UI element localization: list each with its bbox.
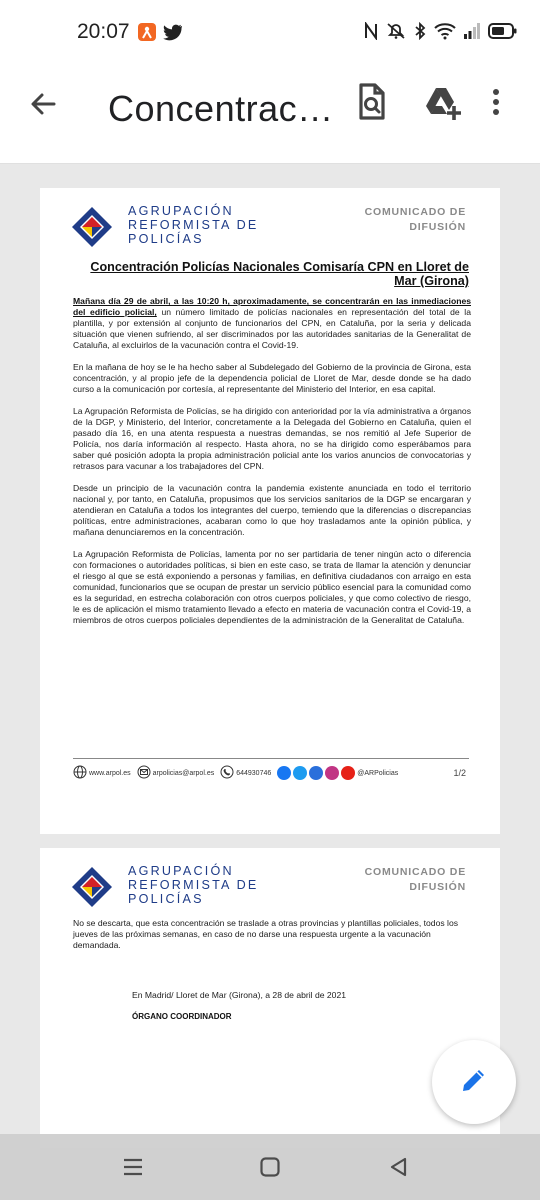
recent-apps-icon[interactable] [116, 1150, 150, 1184]
org-name: AGRUPACIÓN REFORMISTA DE POLICÍAS [128, 204, 259, 246]
comunicado-label: COMUNICADO DE DIFUSIÓN [356, 205, 466, 235]
press-release-title: Concentración Policías Nacionales Comisa… [90, 260, 469, 288]
paragraph-4: Desde un principio de la vacunación cont… [73, 483, 471, 537]
document-title: Concentrac… [108, 88, 334, 129]
footer-social-text: @ARPolicias [357, 769, 399, 777]
arp-logo-icon [72, 207, 112, 252]
comunicado-line-1: COMUNICADO DE [364, 206, 466, 218]
status-time: 20:07 [77, 20, 130, 43]
paragraph-1: Mañana día 29 de abril, a las 10:20 h, a… [73, 296, 471, 351]
comunicado-line-2: DIFUSIÓN [409, 221, 466, 233]
system-nav-bar [0, 1134, 540, 1200]
mute-icon [386, 22, 406, 45]
document-footer: www.arpol.es arpolicias@arpol.es 6449307… [73, 764, 469, 782]
twitter-social-icon [293, 766, 308, 780]
telegram-icon [309, 766, 324, 780]
bluetooth-icon [414, 21, 426, 45]
orange-app-icon [138, 23, 156, 46]
wifi-icon [434, 22, 456, 45]
footer-email-text: arpolicias@arpol.es [152, 769, 215, 777]
org-line-3: POLICÍAS [128, 232, 204, 246]
paragraph-5: La Agrupación Reformista de Policías, la… [73, 549, 471, 625]
add-to-drive-icon[interactable] [420, 80, 464, 124]
paragraph-2: En la mañana de hoy se le ha hecho saber… [73, 362, 471, 394]
edit-pencil-icon [459, 1065, 489, 1100]
footer-email: arpolicias@arpol.es [137, 765, 215, 781]
press-release-body: Mañana día 29 de abril, a las 10:20 h, a… [73, 296, 471, 637]
phone-icon [220, 765, 234, 781]
email-icon [137, 765, 151, 781]
find-in-document-icon[interactable] [350, 80, 394, 124]
more-vertical-icon[interactable] [486, 80, 506, 124]
edit-button[interactable] [432, 1040, 516, 1124]
status-icons [364, 20, 518, 45]
home-icon[interactable] [253, 1150, 287, 1184]
youtube-icon [341, 766, 356, 780]
page-number: 1/2 [453, 768, 466, 778]
signature-place-date: En Madrid/ Lloret de Mar (Girona), a 28 … [132, 990, 347, 1000]
signature-organ: ÓRGANO COORDINADOR [132, 1012, 232, 1021]
org-name: AGRUPACIÓN REFORMISTA DE POLICÍAS [128, 864, 259, 906]
back-icon[interactable] [382, 1150, 416, 1184]
arp-logo-icon [72, 867, 112, 912]
instagram-icon [325, 766, 340, 780]
footer-phone: 644930746 [220, 765, 271, 781]
app-bar: Concentrac… [0, 68, 540, 164]
paragraph-3: La Agrupación Reformista de Policías, se… [73, 406, 471, 471]
facebook-icon [277, 766, 292, 780]
org-line-1: AGRUPACIÓN [128, 864, 234, 878]
comunicado-line-1: COMUNICADO DE [364, 866, 466, 878]
footer-website: www.arpol.es [73, 765, 131, 781]
comunicado-line-2: DIFUSIÓN [409, 881, 466, 893]
footer-divider [73, 758, 469, 759]
battery-icon [488, 22, 518, 45]
footer-website-text: www.arpol.es [89, 769, 131, 777]
page-2-paragraph: No se descarta, que esta concentración s… [73, 918, 459, 950]
document-page-2: AGRUPACIÓN REFORMISTA DE POLICÍAS COMUNI… [40, 848, 500, 1148]
org-line-2: REFORMISTA DE [128, 218, 259, 232]
status-bar: 20:07 [0, 0, 540, 68]
twitter-icon [163, 23, 183, 46]
document-page-1: AGRUPACIÓN REFORMISTA DE POLICÍAS COMUNI… [40, 188, 500, 834]
nfc-icon [364, 20, 378, 45]
comunicado-label: COMUNICADO DE DIFUSIÓN [356, 865, 466, 895]
org-line-2: REFORMISTA DE [128, 878, 259, 892]
signal-icon [464, 22, 480, 45]
footer-social: @ARPolicias [277, 766, 398, 780]
globe-icon [73, 765, 87, 781]
org-line-1: AGRUPACIÓN [128, 204, 234, 218]
back-arrow-icon[interactable] [22, 82, 66, 126]
footer-phone-text: 644930746 [236, 769, 272, 777]
org-line-3: POLICÍAS [128, 892, 204, 906]
